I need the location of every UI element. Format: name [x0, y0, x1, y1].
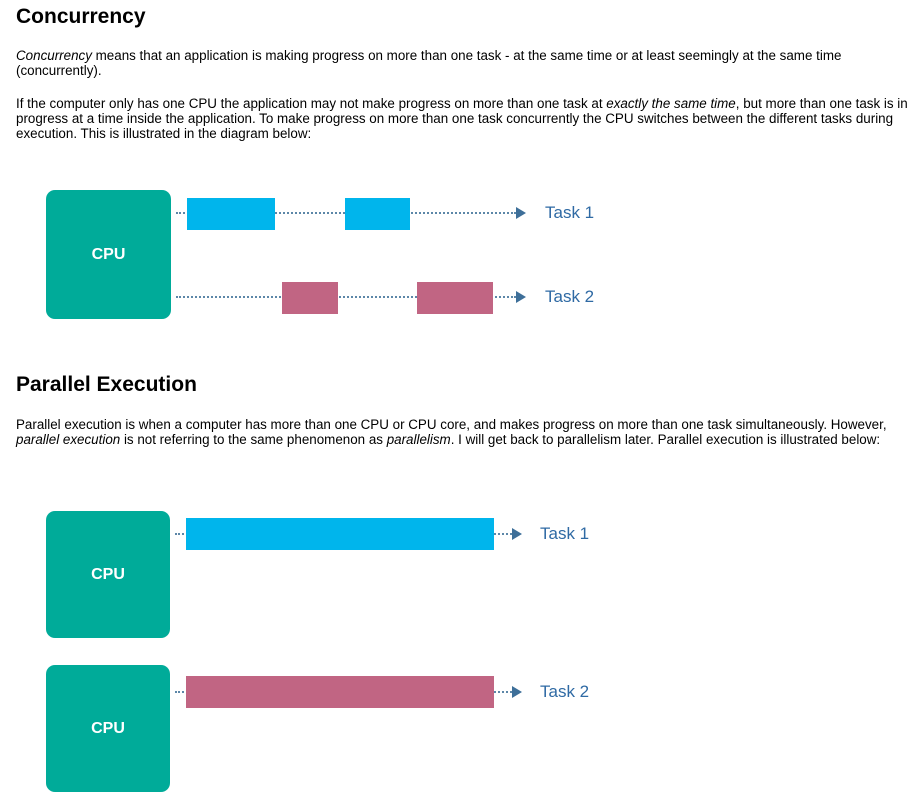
parallel-task1-bar	[186, 518, 494, 550]
parallel-diagram: CPU Task 1 CPU Task 2	[0, 0, 924, 798]
parallel-task2-arrowhead	[512, 686, 522, 698]
cpu-box-1: CPU	[46, 511, 170, 638]
parallel-task1-arrowhead	[512, 528, 522, 540]
parallel-task1-label: Task 1	[540, 524, 590, 543]
parallel-task2-label: Task 2	[540, 682, 590, 701]
parallel-task2-bar	[186, 676, 494, 708]
cpu-box-2: CPU	[46, 665, 170, 792]
